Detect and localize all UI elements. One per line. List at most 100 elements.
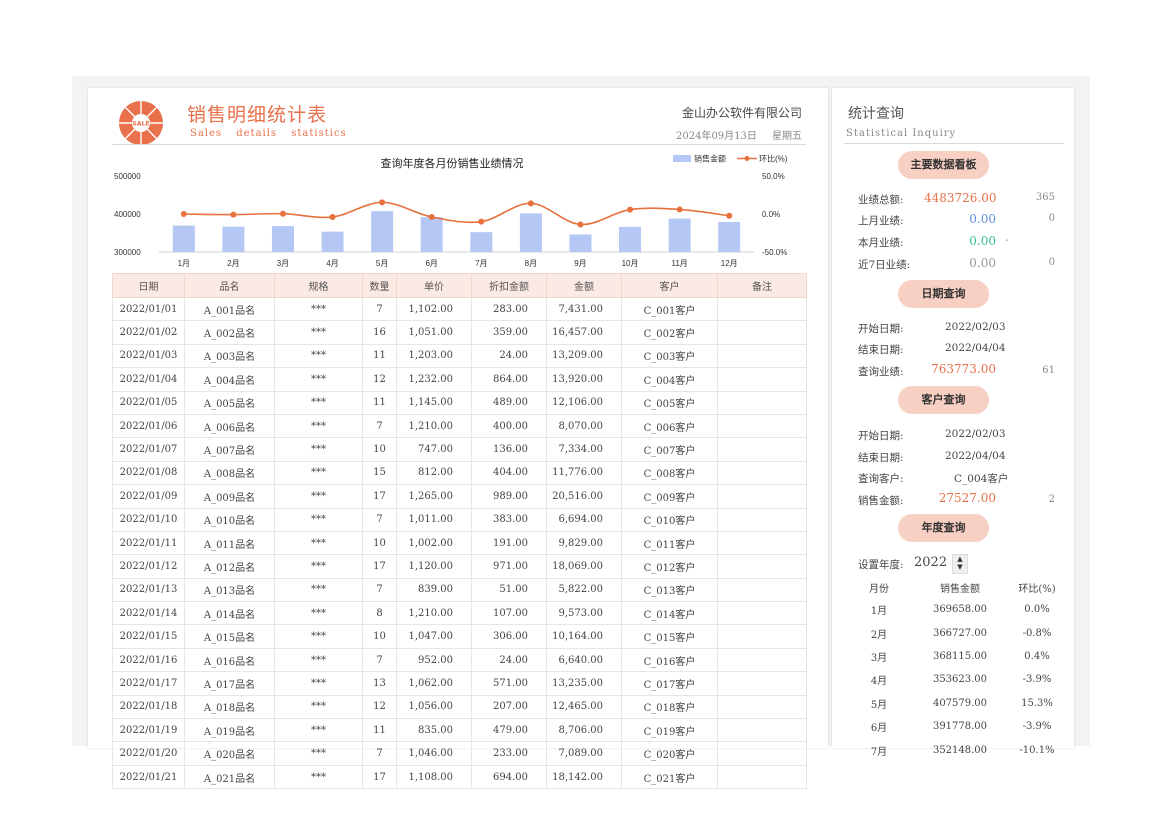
table-cell[interactable]: C_020客户 xyxy=(621,741,718,766)
table-cell[interactable]: 11 xyxy=(362,390,397,415)
column-header[interactable]: 日期 xyxy=(112,273,185,298)
table-cell[interactable]: C_014客户 xyxy=(621,601,718,626)
table-cell[interactable]: 812.00 xyxy=(396,460,472,486)
table-cell[interactable]: A_021品名 xyxy=(184,764,275,790)
table-cell[interactable]: A_002品名 xyxy=(184,320,275,345)
table-cell[interactable] xyxy=(717,460,807,486)
table-cell[interactable]: 6,640.00 xyxy=(546,647,622,673)
table-cell[interactable]: 2022/01/11 xyxy=(112,530,185,556)
table-cell[interactable]: 2022/01/07 xyxy=(112,437,185,462)
table-cell[interactable]: 1,051.00 xyxy=(396,320,472,345)
table-cell[interactable]: *** xyxy=(274,390,363,415)
table-cell[interactable]: A_003品名 xyxy=(184,343,275,369)
table-cell[interactable]: C_017客户 xyxy=(621,671,718,696)
table-cell[interactable]: *** xyxy=(274,554,363,579)
table-cell[interactable]: 1,210.00 xyxy=(396,413,472,439)
table-cell[interactable]: 18,142.00 xyxy=(546,764,622,790)
table-cell[interactable]: 8,070.00 xyxy=(546,413,622,439)
table-cell[interactable]: C_019客户 xyxy=(621,718,718,743)
table-cell[interactable]: 207.00 xyxy=(471,694,547,720)
table-cell[interactable]: 16,457.00 xyxy=(546,320,622,345)
table-cell[interactable]: 306.00 xyxy=(471,624,547,649)
table-cell[interactable]: 2022/01/04 xyxy=(112,367,185,392)
customer-query-end-value[interactable]: 2022/04/04 xyxy=(945,450,1006,462)
table-cell[interactable]: 1,108.00 xyxy=(396,764,472,790)
table-cell[interactable]: 747.00 xyxy=(396,437,472,462)
table-cell[interactable] xyxy=(717,694,807,720)
table-cell[interactable]: 11 xyxy=(362,718,397,743)
table-cell[interactable]: 17 xyxy=(362,484,397,509)
table-cell[interactable] xyxy=(717,647,807,673)
table-cell[interactable]: 12,465.00 xyxy=(546,694,622,720)
table-cell[interactable]: 1,102.00 xyxy=(396,296,472,322)
table-row[interactable]: 2022/01/13 A_013品名 *** 7 839.00 51.00 5,822.00… xyxy=(112,577,807,603)
table-cell[interactable]: 7 xyxy=(362,647,397,673)
customer-query-customer-value[interactable]: C_004客户 xyxy=(954,471,1008,486)
table-cell[interactable]: 17 xyxy=(362,554,397,579)
table-cell[interactable]: 10 xyxy=(362,624,397,649)
year-setting-value[interactable]: 2022 xyxy=(914,555,947,570)
table-cell[interactable]: A_016品名 xyxy=(184,647,275,673)
column-header[interactable]: 数量 xyxy=(362,273,397,298)
table-cell[interactable]: 9,829.00 xyxy=(546,530,622,556)
table-cell[interactable]: 7,431.00 xyxy=(546,296,622,322)
table-cell[interactable]: 191.00 xyxy=(471,530,547,556)
table-cell[interactable]: A_001品名 xyxy=(184,296,275,322)
table-cell[interactable]: 11,776.00 xyxy=(546,460,622,486)
table-row[interactable]: 2022/01/17 A_017品名 *** 13 1,062.00 571.00 13,2… xyxy=(112,671,807,696)
column-header[interactable]: 单价 xyxy=(396,273,472,298)
table-cell[interactable]: 7,089.00 xyxy=(546,741,622,766)
table-row[interactable]: 2022/01/06 A_006品名 *** 7 1,210.00 400.00 8,070… xyxy=(112,413,807,439)
table-cell[interactable]: 1,265.00 xyxy=(396,484,472,509)
table-cell[interactable]: C_010客户 xyxy=(621,507,718,532)
table-row[interactable]: 2022/01/21 A_021品名 *** 17 1,108.00 694.00 18,1… xyxy=(112,764,807,790)
table-cell[interactable] xyxy=(717,367,807,392)
table-cell[interactable]: *** xyxy=(274,484,363,509)
table-cell[interactable]: A_006品名 xyxy=(184,413,275,439)
dashboard-button[interactable]: 主要数据看板 xyxy=(898,151,989,179)
table-cell[interactable]: 1,232.00 xyxy=(396,367,472,392)
table-cell[interactable]: C_016客户 xyxy=(621,647,718,673)
table-cell[interactable]: 2022/01/17 xyxy=(112,671,185,696)
table-cell[interactable]: *** xyxy=(274,764,363,790)
table-cell[interactable]: 11 xyxy=(362,343,397,369)
table-cell[interactable]: *** xyxy=(274,530,363,556)
table-cell[interactable]: 2022/01/02 xyxy=(112,320,185,345)
table-cell[interactable]: 2022/01/14 xyxy=(112,601,185,626)
table-cell[interactable]: 6,694.00 xyxy=(546,507,622,532)
table-cell[interactable]: 1,145.00 xyxy=(396,390,472,415)
table-cell[interactable] xyxy=(717,530,807,556)
table-cell[interactable]: 13,920.00 xyxy=(546,367,622,392)
customer-query-button[interactable]: 客户查询 xyxy=(898,386,989,414)
table-cell[interactable]: 5,822.00 xyxy=(546,577,622,603)
table-cell[interactable]: 24.00 xyxy=(471,343,547,369)
table-cell[interactable] xyxy=(717,413,807,439)
customer-query-start-value[interactable]: 2022/02/03 xyxy=(945,428,1006,440)
year-query-button[interactable]: 年度查询 xyxy=(898,514,989,542)
table-cell[interactable] xyxy=(717,718,807,743)
table-cell[interactable]: 15 xyxy=(362,460,397,486)
table-cell[interactable]: 7,334.00 xyxy=(546,437,622,462)
chevron-up-icon[interactable]: ▲ xyxy=(957,555,962,563)
table-cell[interactable] xyxy=(717,484,807,509)
table-cell[interactable]: 2022/01/18 xyxy=(112,694,185,720)
table-cell[interactable]: 2022/01/21 xyxy=(112,764,185,790)
table-cell[interactable] xyxy=(717,764,807,790)
table-cell[interactable]: 2022/01/03 xyxy=(112,343,185,369)
table-cell[interactable]: 571.00 xyxy=(471,671,547,696)
table-row[interactable]: 2022/01/08 A_008品名 *** 15 812.00 404.00 11,776… xyxy=(112,460,807,486)
table-cell[interactable]: 2022/01/19 xyxy=(112,718,185,743)
table-cell[interactable]: A_010品名 xyxy=(184,507,275,532)
table-cell[interactable]: 2022/01/13 xyxy=(112,577,185,603)
table-cell[interactable]: 18,069.00 xyxy=(546,554,622,579)
table-cell[interactable]: A_019品名 xyxy=(184,718,275,743)
table-cell[interactable]: 2022/01/10 xyxy=(112,507,185,532)
table-cell[interactable]: 1,062.00 xyxy=(396,671,472,696)
table-cell[interactable]: C_009客户 xyxy=(621,484,718,509)
table-cell[interactable]: *** xyxy=(274,343,363,369)
table-cell[interactable]: 2022/01/01 xyxy=(112,296,185,322)
table-cell[interactable]: *** xyxy=(274,320,363,345)
table-cell[interactable]: 2022/01/08 xyxy=(112,460,185,486)
table-cell[interactable]: *** xyxy=(274,296,363,322)
table-cell[interactable]: A_005品名 xyxy=(184,390,275,415)
